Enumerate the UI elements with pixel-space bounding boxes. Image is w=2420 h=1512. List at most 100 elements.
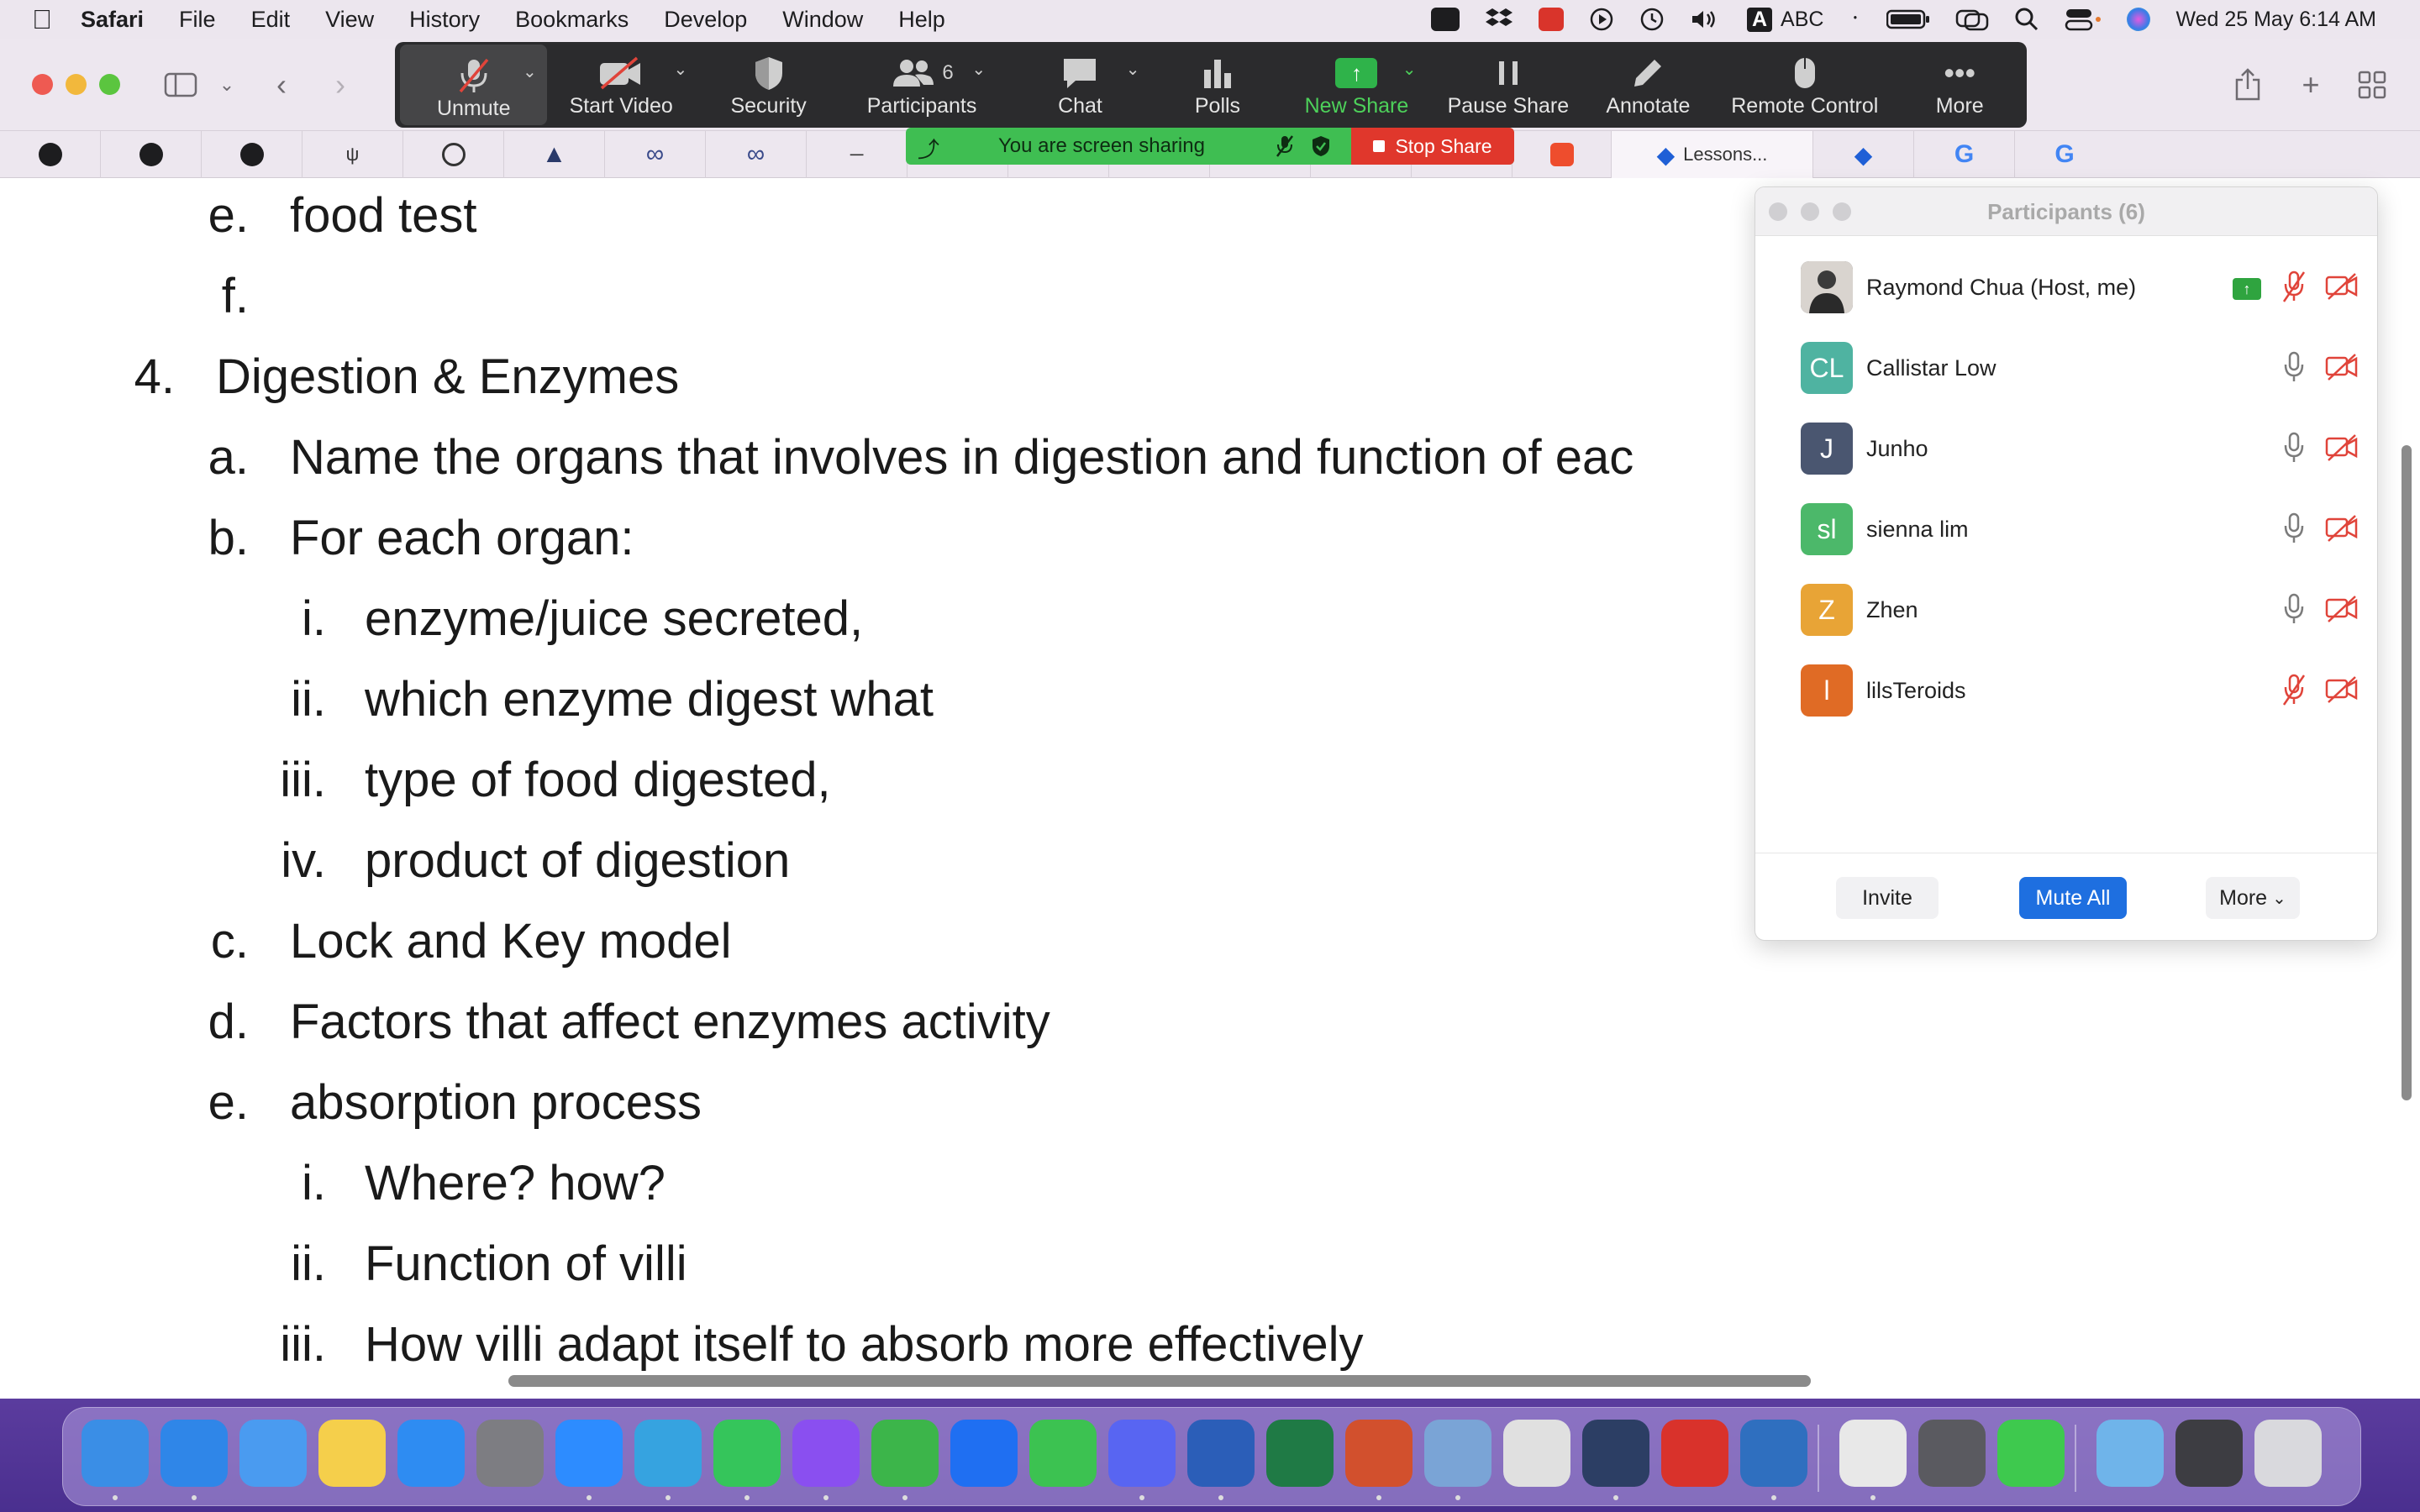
messenger-icon[interactable]	[792, 1420, 860, 1487]
participant-row[interactable]: CL Callistar Low	[1755, 330, 2377, 411]
volume-icon[interactable]	[1690, 7, 1722, 32]
control-center-icon[interactable]	[2065, 7, 2102, 32]
audio-options-chevron-icon[interactable]: ⌄	[523, 61, 537, 82]
chat-options-chevron-icon[interactable]: ⌄	[1126, 59, 1140, 80]
remote-control-button[interactable]: Remote Control	[1717, 42, 1892, 128]
favorite-tab[interactable]	[403, 131, 504, 178]
facetime-icon[interactable]	[1997, 1420, 2065, 1487]
more-button[interactable]: ••• More	[1892, 42, 2027, 128]
favorite-tab[interactable]	[0, 131, 101, 178]
pause-share-button[interactable]: Pause Share	[1437, 42, 1579, 128]
time-machine-icon[interactable]	[1639, 7, 1665, 32]
quicktime-icon[interactable]	[1582, 1420, 1649, 1487]
input-source-icon[interactable]: A ABC	[1746, 7, 1823, 32]
annotate-button[interactable]: Annotate	[1580, 42, 1718, 128]
record-status-icon[interactable]	[1538, 8, 1564, 31]
sidebar-toggle-icon[interactable]	[160, 64, 202, 106]
siri-icon[interactable]	[2127, 8, 2151, 31]
video-off-icon[interactable]	[2325, 675, 2359, 705]
video-off-icon[interactable]	[2325, 271, 2359, 302]
participant-row[interactable]: l lilsTeroids	[1755, 653, 2377, 733]
notes-icon[interactable]	[318, 1420, 386, 1487]
video-off-icon[interactable]	[2325, 513, 2359, 543]
chrome-icon[interactable]	[1839, 1420, 1907, 1487]
horizontal-scrollbar[interactable]	[508, 1375, 1811, 1387]
favorite-tab[interactable]: ◆	[1813, 131, 1914, 178]
word-icon[interactable]	[1187, 1420, 1255, 1487]
menu-window[interactable]: Window	[782, 7, 863, 33]
menu-app-name[interactable]: Safari	[81, 7, 144, 33]
wechat-icon[interactable]	[1029, 1420, 1097, 1487]
safari-icon[interactable]	[160, 1420, 228, 1487]
participant-row[interactable]: Z Zhen	[1755, 572, 2377, 653]
menu-file[interactable]: File	[179, 7, 216, 33]
discord-icon[interactable]	[1108, 1420, 1176, 1487]
favorite-tab[interactable]: ∞	[605, 131, 706, 178]
participant-row[interactable]: J Junho	[1755, 411, 2377, 491]
tab-lessons[interactable]: ◆ Lessons...	[1612, 131, 1813, 178]
menu-history[interactable]: History	[409, 7, 480, 33]
muted-mic-icon[interactable]	[2281, 673, 2307, 706]
spotlight-search-icon[interactable]	[2014, 7, 2039, 32]
zoom-window-button[interactable]	[99, 74, 120, 95]
security-button[interactable]: Security	[695, 42, 842, 128]
mic-icon[interactable]	[2281, 592, 2307, 626]
forward-icon[interactable]: ›	[319, 64, 361, 106]
favorite-tab[interactable]: G	[2015, 131, 2114, 178]
bluetooth-icon[interactable]: ᛫	[1849, 8, 1861, 32]
whatsapp-icon[interactable]	[713, 1420, 781, 1487]
favorite-tab[interactable]: ─	[807, 131, 908, 178]
screenshot-icon[interactable]	[2175, 1420, 2243, 1487]
participant-row[interactable]: Raymond Chua (Host, me) ↑	[1755, 249, 2377, 330]
start-video-button[interactable]: Start Video ⌄	[547, 42, 694, 128]
favorite-tab[interactable]: ▲	[504, 131, 605, 178]
video-options-chevron-icon[interactable]: ⌄	[673, 59, 687, 80]
apple-menu-icon[interactable]: 	[32, 4, 52, 35]
chat-button[interactable]: Chat ⌄	[1002, 42, 1159, 128]
share-options-chevron-icon[interactable]: ⌄	[1402, 59, 1417, 80]
back-icon[interactable]: ‹	[260, 64, 302, 106]
favorite-tab[interactable]	[101, 131, 202, 178]
favorite-tab[interactable]: ∞	[706, 131, 807, 178]
video-off-icon[interactable]	[2325, 433, 2359, 463]
favorite-tab[interactable]	[1512, 131, 1612, 178]
excel-icon[interactable]	[1266, 1420, 1334, 1487]
sidebar-menu-chevron-icon[interactable]: ⌄	[206, 64, 248, 106]
trash-icon[interactable]	[2254, 1420, 2322, 1487]
menu-help[interactable]: Help	[898, 7, 945, 33]
new-tab-icon[interactable]: +	[2290, 64, 2332, 106]
drag-handle-icon[interactable]: ⤴	[918, 133, 939, 164]
participant-row[interactable]: sl sienna lim	[1755, 491, 2377, 572]
preview-icon[interactable]	[1424, 1420, 1491, 1487]
favorite-tab[interactable]: ψ	[302, 131, 403, 178]
new-share-button[interactable]: ↑ New Share ⌄	[1276, 42, 1437, 128]
telegram-icon[interactable]	[634, 1420, 702, 1487]
unmute-button[interactable]: Unmute ⌄	[400, 45, 548, 125]
zoom-status-icon[interactable]	[1430, 8, 1460, 31]
battery-icon[interactable]	[1886, 8, 1930, 30]
mic-icon[interactable]	[2281, 350, 2307, 384]
muted-mic-icon[interactable]	[2281, 270, 2307, 303]
screen-mirroring-icon[interactable]	[1955, 8, 1989, 31]
invite-button[interactable]: Invite	[1836, 877, 1939, 919]
vertical-scrollbar[interactable]	[2402, 445, 2412, 1100]
minimize-window-button[interactable]	[66, 74, 87, 95]
screen-sharing-banner[interactable]: ⤴ You are screen sharing Stop Share	[906, 128, 1514, 165]
powerpoint-icon[interactable]	[1345, 1420, 1413, 1487]
more-options-button[interactable]: More ⌄	[2206, 877, 2300, 919]
share-icon[interactable]	[2227, 64, 2269, 106]
tab-overview-icon[interactable]	[2351, 64, 2393, 106]
mute-all-button[interactable]: Mute All	[2019, 877, 2127, 919]
participants-options-chevron-icon[interactable]: ⌄	[971, 59, 986, 80]
favorite-tab[interactable]	[202, 131, 302, 178]
video-off-icon[interactable]	[2325, 594, 2359, 624]
system-preferences-icon[interactable]	[476, 1420, 544, 1487]
menu-edit[interactable]: Edit	[251, 7, 291, 33]
close-window-button[interactable]	[32, 74, 53, 95]
mic-icon[interactable]	[2281, 512, 2307, 545]
datetime-label[interactable]: Wed 25 May 6:14 AM	[2175, 8, 2376, 32]
menu-develop[interactable]: Develop	[664, 7, 747, 33]
menu-bookmarks[interactable]: Bookmarks	[515, 7, 629, 33]
stop-share-button[interactable]: Stop Share	[1351, 128, 1514, 165]
downloads-icon[interactable]	[2096, 1420, 2164, 1487]
